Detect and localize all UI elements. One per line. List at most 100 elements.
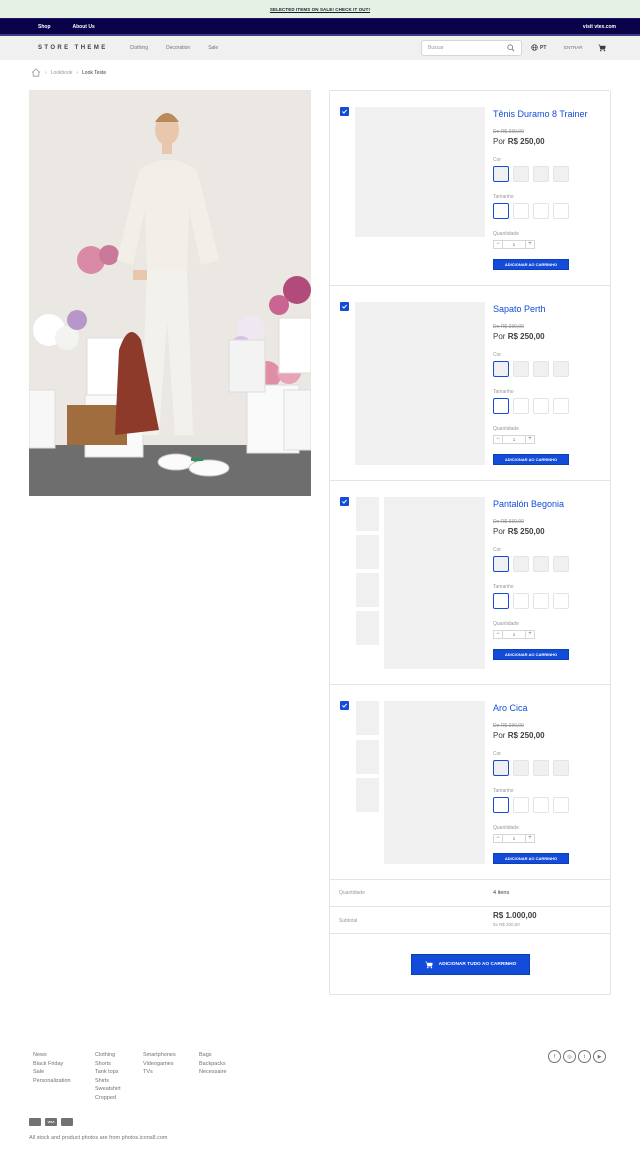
menu-item-decoration[interactable]: Decoration — [166, 45, 190, 51]
footer-link[interactable]: Smartphones — [143, 1052, 176, 1058]
instagram-icon[interactable]: ◎ — [563, 1050, 576, 1063]
footer-link[interactable]: Necessaire — [199, 1069, 227, 1075]
color-swatch[interactable] — [513, 166, 529, 182]
color-swatch[interactable] — [493, 556, 509, 572]
footer-link[interactable]: Sweatshirt — [95, 1086, 121, 1092]
cart-icon[interactable] — [598, 44, 606, 52]
product-thumbnail[interactable] — [356, 778, 379, 812]
nav-link-shop[interactable]: Shop — [38, 24, 51, 30]
language-selector[interactable]: PT — [531, 44, 546, 51]
footer-link[interactable]: Clothing — [95, 1052, 121, 1058]
color-swatch[interactable] — [513, 361, 529, 377]
footer-link[interactable]: Tank tops — [95, 1069, 121, 1075]
menu-item-clothing[interactable]: Clothing — [130, 45, 148, 51]
select-checkbox[interactable] — [340, 497, 349, 506]
size-option[interactable] — [533, 203, 549, 219]
add-to-cart-button[interactable]: ADICIONAR AO CARRINHO — [493, 454, 569, 465]
size-option[interactable] — [493, 203, 509, 219]
size-option[interactable] — [553, 203, 569, 219]
size-option[interactable] — [533, 797, 549, 813]
product-image[interactable] — [355, 302, 485, 465]
color-swatch[interactable] — [553, 166, 569, 182]
footer-link[interactable]: Sale — [33, 1069, 71, 1075]
footer-link[interactable]: Shorts — [95, 1061, 121, 1067]
twitter-icon[interactable]: t — [578, 1050, 591, 1063]
footer-link[interactable]: TVs — [143, 1069, 176, 1075]
quantity-value[interactable]: 1 — [503, 435, 525, 444]
product-thumbnail[interactable] — [356, 535, 379, 569]
product-name[interactable]: Sapato Perth — [493, 304, 546, 314]
select-checkbox[interactable] — [340, 107, 349, 116]
size-option[interactable] — [513, 593, 529, 609]
product-thumbnail[interactable] — [356, 497, 379, 531]
color-swatch[interactable] — [533, 760, 549, 776]
promo-text[interactable]: SELECTED ITEMS ON SALE! CHECK IT OUT! — [270, 7, 370, 12]
product-name[interactable]: Tênis Duramo 8 Trainer — [493, 109, 588, 119]
quantity-value[interactable]: 1 — [503, 630, 525, 639]
color-swatch[interactable] — [493, 361, 509, 377]
color-swatch[interactable] — [493, 166, 509, 182]
increment-button[interactable]: + — [525, 630, 535, 639]
menu-item-sale[interactable]: Sale — [208, 45, 218, 51]
size-option[interactable] — [553, 398, 569, 414]
footer-link[interactable]: Shirts — [95, 1078, 121, 1084]
product-thumbnail[interactable] — [356, 701, 379, 735]
color-swatch[interactable] — [493, 760, 509, 776]
footer-link[interactable]: News — [33, 1052, 71, 1058]
search-icon[interactable] — [507, 44, 515, 52]
color-swatch[interactable] — [533, 556, 549, 572]
youtube-icon[interactable]: ▶ — [593, 1050, 606, 1063]
footer-link[interactable]: Cropped — [95, 1095, 121, 1101]
quantity-value[interactable]: 1 — [503, 834, 525, 843]
footer-link[interactable]: Black Friday — [33, 1061, 71, 1067]
increment-button[interactable]: + — [525, 435, 535, 444]
size-option[interactable] — [553, 593, 569, 609]
search-input[interactable]: Buscar — [421, 40, 522, 56]
color-swatch[interactable] — [553, 760, 569, 776]
add-to-cart-button[interactable]: ADICIONAR AO CARRINHO — [493, 649, 569, 660]
add-to-cart-button[interactable]: ADICIONAR AO CARRINHO — [493, 853, 569, 864]
footer-link[interactable]: Bags — [199, 1052, 227, 1058]
color-swatch[interactable] — [513, 760, 529, 776]
footer-link[interactable]: Videogames — [143, 1061, 176, 1067]
decrement-button[interactable]: − — [493, 240, 503, 249]
quantity-value[interactable]: 1 — [503, 240, 525, 249]
product-name[interactable]: Aro Cica — [493, 703, 528, 713]
size-option[interactable] — [533, 593, 549, 609]
decrement-button[interactable]: − — [493, 630, 503, 639]
color-swatch[interactable] — [553, 361, 569, 377]
login-link[interactable]: ENTRAR — [564, 45, 583, 50]
home-icon[interactable] — [31, 68, 41, 77]
color-swatch[interactable] — [553, 556, 569, 572]
promo-bar[interactable]: SELECTED ITEMS ON SALE! CHECK IT OUT! — [0, 0, 640, 18]
breadcrumb-lookbook[interactable]: Lookbook — [51, 70, 73, 76]
product-thumbnail[interactable] — [356, 611, 379, 645]
increment-button[interactable]: + — [525, 834, 535, 843]
nav-link-about[interactable]: About Us — [73, 24, 95, 30]
add-to-cart-button[interactable]: ADICIONAR AO CARRINHO — [493, 259, 569, 270]
increment-button[interactable]: + — [525, 240, 535, 249]
footer-link[interactable]: Personalization — [33, 1078, 71, 1084]
size-option[interactable] — [513, 797, 529, 813]
facebook-icon[interactable]: f — [548, 1050, 561, 1063]
product-thumbnail[interactable] — [356, 740, 379, 774]
size-option[interactable] — [493, 593, 509, 609]
size-option[interactable] — [533, 398, 549, 414]
select-checkbox[interactable] — [340, 302, 349, 311]
store-logo[interactable]: STORE THEME — [38, 45, 108, 51]
color-swatch[interactable] — [533, 361, 549, 377]
product-image[interactable] — [384, 701, 485, 864]
product-name[interactable]: Pantalón Begonia — [493, 499, 564, 509]
color-swatch[interactable] — [533, 166, 549, 182]
decrement-button[interactable]: − — [493, 834, 503, 843]
select-checkbox[interactable] — [340, 701, 349, 710]
size-option[interactable] — [513, 398, 529, 414]
product-image[interactable] — [384, 497, 485, 669]
footer-link[interactable]: Backpacks — [199, 1061, 227, 1067]
product-image[interactable] — [355, 107, 485, 237]
size-option[interactable] — [553, 797, 569, 813]
product-thumbnail[interactable] — [356, 573, 379, 607]
nav-link-visit[interactable]: visit vtex.com — [583, 24, 616, 30]
size-option[interactable] — [493, 398, 509, 414]
size-option[interactable] — [513, 203, 529, 219]
